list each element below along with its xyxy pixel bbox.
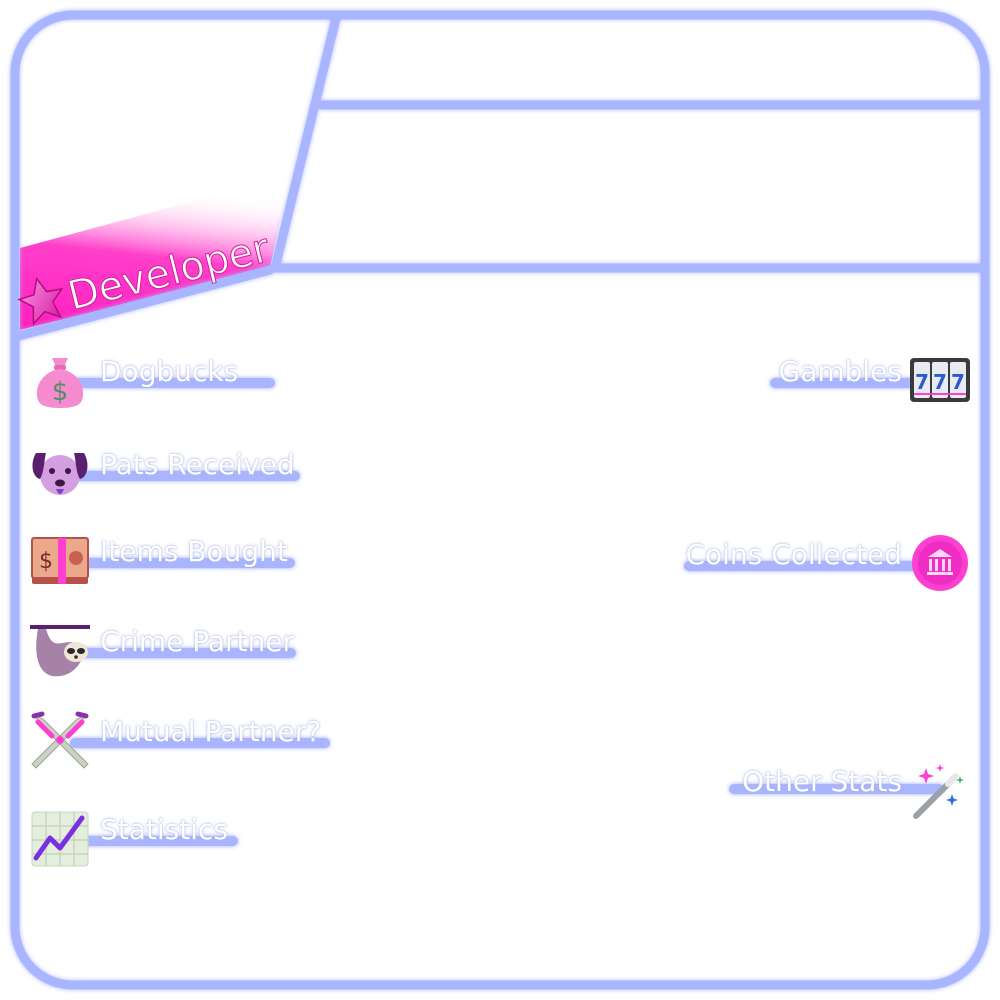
stat-row-pats-received[interactable]: Pats Received [30,443,320,503]
stat-row-gambles[interactable]: Gambles 7 7 7 [760,350,970,410]
crossed-swords-icon [31,711,89,769]
stat-label: Pats Received [100,448,295,481]
stat-row-statistics[interactable]: Statistics [30,808,260,868]
avatar-divider [270,13,341,273]
svg-text:7: 7 [933,370,947,394]
stat-row-items-bought[interactable]: Items Bought $ [30,530,310,590]
stat-label: Other Stats [742,765,902,798]
stat-label: Statistics [100,813,228,846]
svg-text:$: $ [52,377,69,407]
banknote-icon: $ [31,537,89,584]
coin-icon [912,535,968,591]
stat-label: Mutual Partner? [100,715,322,748]
dog-face-icon [32,453,88,495]
stat-row-crime-partner[interactable]: Crime Partner [30,620,310,680]
money-bag-icon: $ [36,358,84,408]
stat-row-other-stats[interactable]: Other Stats [725,760,970,820]
stat-label: Dogbucks [100,355,239,388]
stat-label: Crime Partner [100,625,295,658]
svg-text:7: 7 [951,370,965,394]
stat-label: Gambles [778,355,903,388]
sloth-icon [30,625,90,677]
stat-row-mutual-partner[interactable]: Mutual Partner? [30,710,340,770]
chart-increasing-icon [31,811,89,867]
stat-label: Coins Collected [685,538,902,571]
magic-wand-icon [913,764,964,819]
slot-machine-icon: 7 7 7 [910,358,970,402]
svg-text:$: $ [39,549,53,574]
stat-row-dogbucks[interactable]: Dogbucks $ [30,350,275,410]
stat-label: Items Bought [100,535,288,568]
stat-row-coins-collected[interactable]: Coins Collected [680,533,970,593]
svg-text:7: 7 [915,370,929,394]
